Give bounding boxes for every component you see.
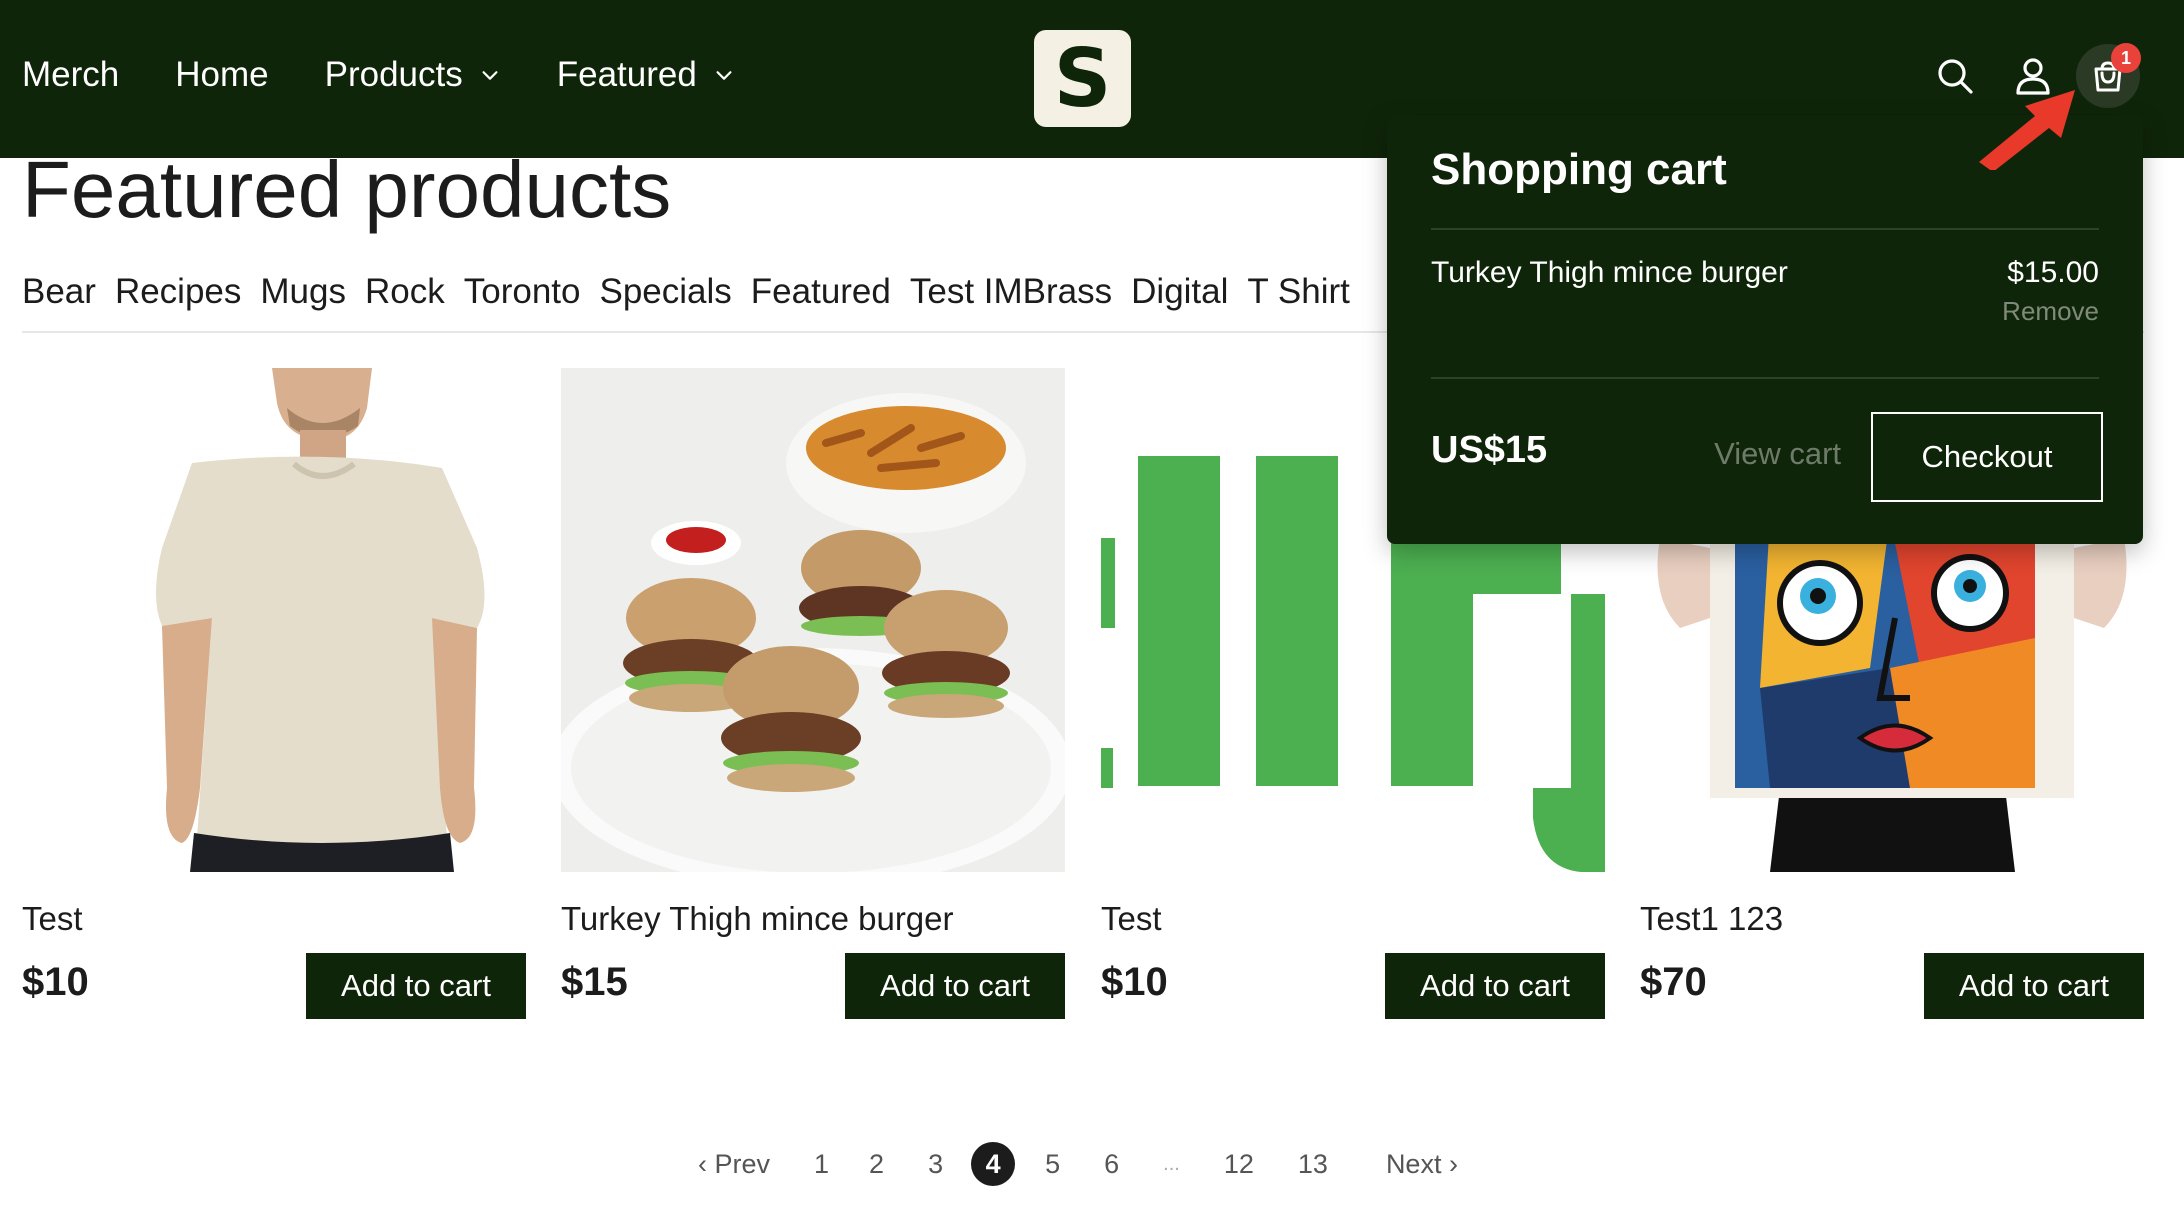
category-toronto[interactable]: Toronto [464,272,581,312]
search-icon[interactable] [1935,56,1975,96]
cart-item-price: $15.00 [2007,256,2099,289]
pagination-page-3[interactable]: 3 [928,1149,943,1180]
nav-featured-label: Featured [556,55,697,94]
pagination-page-2[interactable]: 2 [869,1149,884,1180]
page-title: Featured products [22,145,672,234]
pagination-page-1[interactable]: 1 [814,1149,829,1180]
site-logo[interactable]: S [1034,30,1131,127]
product-name[interactable]: Turkey Thigh mince burger [561,900,954,938]
nav-merch[interactable]: Merch [22,55,119,95]
product-image-burgers[interactable] [561,368,1065,872]
add-to-cart-button[interactable]: Add to cart [1385,953,1605,1019]
annotation-arrow-icon [1979,90,2075,170]
pagination-prev[interactable]: ‹ Prev [698,1149,770,1180]
t-shirt-model-image [22,368,526,872]
nav-home[interactable]: Home [175,55,268,95]
pagination-page-5[interactable]: 5 [1045,1149,1060,1180]
shopping-cart-dropdown: Shopping cart Turkey Thigh mince burger … [1387,115,2143,544]
product-price: $10 [22,960,89,1004]
product-name[interactable]: Test [1101,900,1162,938]
nav-products[interactable]: Products [325,55,501,95]
divider [1431,377,2099,379]
logo-letter: S [1053,31,1112,125]
product-image-t-shirt[interactable] [22,368,526,872]
remove-item-link[interactable]: Remove [2002,296,2099,327]
nav-products-label: Products [324,55,463,94]
pagination: ‹ Prev 1 2 3 4 5 6 ... 12 13 Next › [698,1142,1458,1186]
chevron-down-icon [482,71,498,80]
category-t-shirt[interactable]: T Shirt [1247,272,1349,312]
product-price: $10 [1101,960,1168,1004]
product-name[interactable]: Test1 123 [1640,900,1783,938]
pagination-next[interactable]: Next › [1386,1149,1458,1180]
cart-count-badge: 1 [2111,43,2141,73]
category-list: Bear Recipes Mugs Rock Toronto Specials … [22,272,1350,312]
divider [1431,228,2099,230]
category-bear[interactable]: Bear [22,272,96,312]
product-name[interactable]: Test [22,900,83,938]
category-digital[interactable]: Digital [1131,272,1228,312]
chevron-down-icon [716,71,732,80]
nav-home-label: Home [175,55,269,94]
cart-total: US$15 [1431,429,1548,471]
add-to-cart-button[interactable]: Add to cart [1924,953,2144,1019]
pagination-page-12[interactable]: 12 [1224,1149,1254,1180]
category-test-imbrass[interactable]: Test IMBrass [910,272,1112,312]
view-cart-link[interactable]: View cart [1714,436,1841,472]
product-price: $70 [1640,960,1707,1004]
nav-merch-label: Merch [22,55,120,94]
pagination-page-current[interactable]: 4 [971,1142,1016,1186]
add-to-cart-button[interactable]: Add to cart [845,953,1065,1019]
pagination-ellipsis: ... [1163,1152,1180,1175]
checkout-button[interactable]: Checkout [1871,412,2103,502]
cart-item-name[interactable]: Turkey Thigh mince burger [1431,256,1788,290]
product-price: $15 [561,960,628,1004]
pagination-page-13[interactable]: 13 [1298,1149,1328,1180]
nav-featured[interactable]: Featured [557,55,735,95]
cart-title: Shopping cart [1431,145,1727,194]
pagination-page-6[interactable]: 6 [1104,1149,1119,1180]
category-rock[interactable]: Rock [365,272,445,312]
product-card: Test $10 Add to cart [22,368,526,1019]
burgers-photo-image [561,368,1065,872]
add-to-cart-button[interactable]: Add to cart [306,953,526,1019]
category-specials[interactable]: Specials [599,272,731,312]
category-recipes[interactable]: Recipes [115,272,241,312]
category-featured[interactable]: Featured [751,272,891,312]
category-mugs[interactable]: Mugs [260,272,346,312]
main-nav: Merch Home Products Featured [22,0,735,150]
product-card: Turkey Thigh mince burger $15 Add to car… [561,368,1065,1019]
